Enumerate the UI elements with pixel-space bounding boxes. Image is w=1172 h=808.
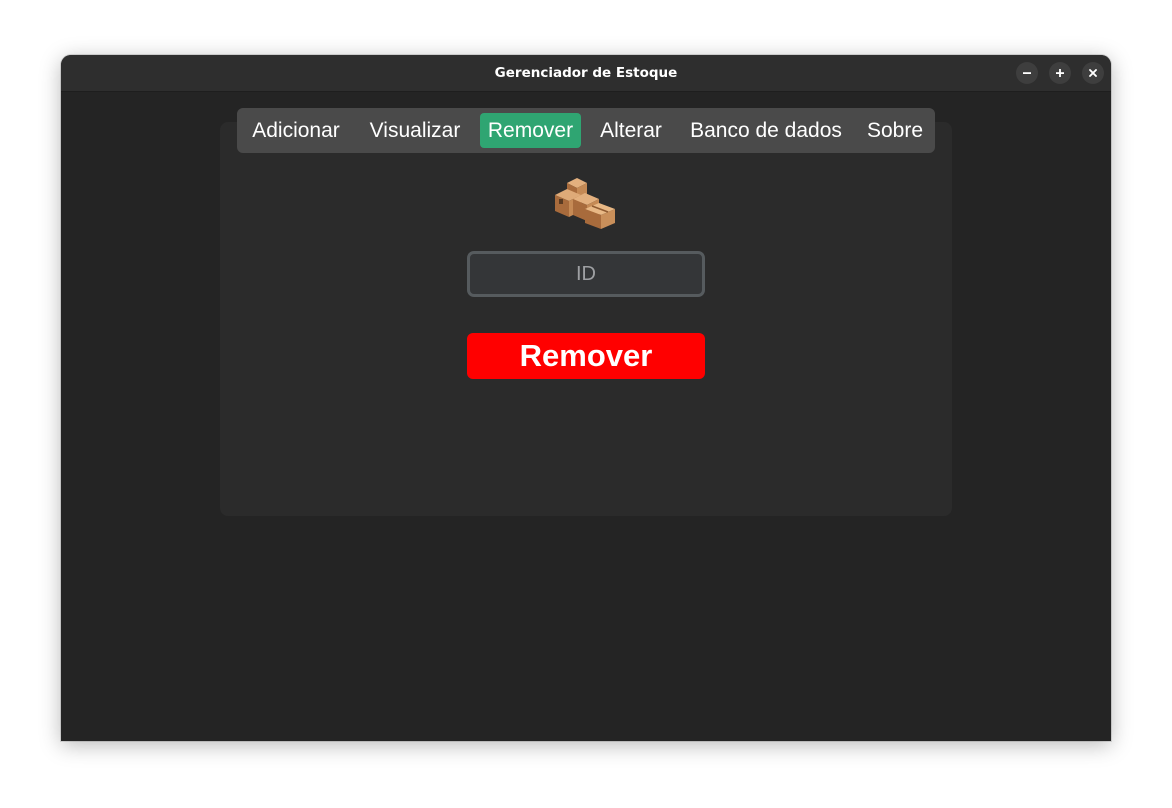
close-icon: [1089, 69, 1097, 77]
tab-visualizar[interactable]: Visualizar: [360, 113, 470, 148]
window-title: Gerenciador de Estoque: [494, 65, 678, 81]
tab-remover[interactable]: Remover: [480, 113, 581, 148]
maximize-icon: [1056, 69, 1064, 77]
tab-adicionar[interactable]: Adicionar: [243, 113, 349, 148]
maximize-button[interactable]: [1049, 62, 1071, 84]
tab-sobre[interactable]: Sobre: [861, 113, 929, 148]
tab-alterar[interactable]: Alterar: [591, 113, 671, 148]
close-button[interactable]: [1082, 62, 1104, 84]
boxes-icon: [555, 178, 615, 229]
tab-banco-de-dados[interactable]: Banco de dados: [681, 113, 851, 148]
title-bar[interactable]: Gerenciador de Estoque: [61, 55, 1111, 92]
remove-button[interactable]: Remover: [467, 333, 705, 379]
minimize-button[interactable]: [1016, 62, 1038, 84]
id-input[interactable]: [467, 251, 705, 297]
minimize-icon: [1023, 72, 1031, 74]
tab-bar: Adicionar Visualizar Remover Alterar Ban…: [237, 108, 935, 153]
app-window: Gerenciador de Estoque Adicionar Visuali…: [61, 55, 1111, 741]
